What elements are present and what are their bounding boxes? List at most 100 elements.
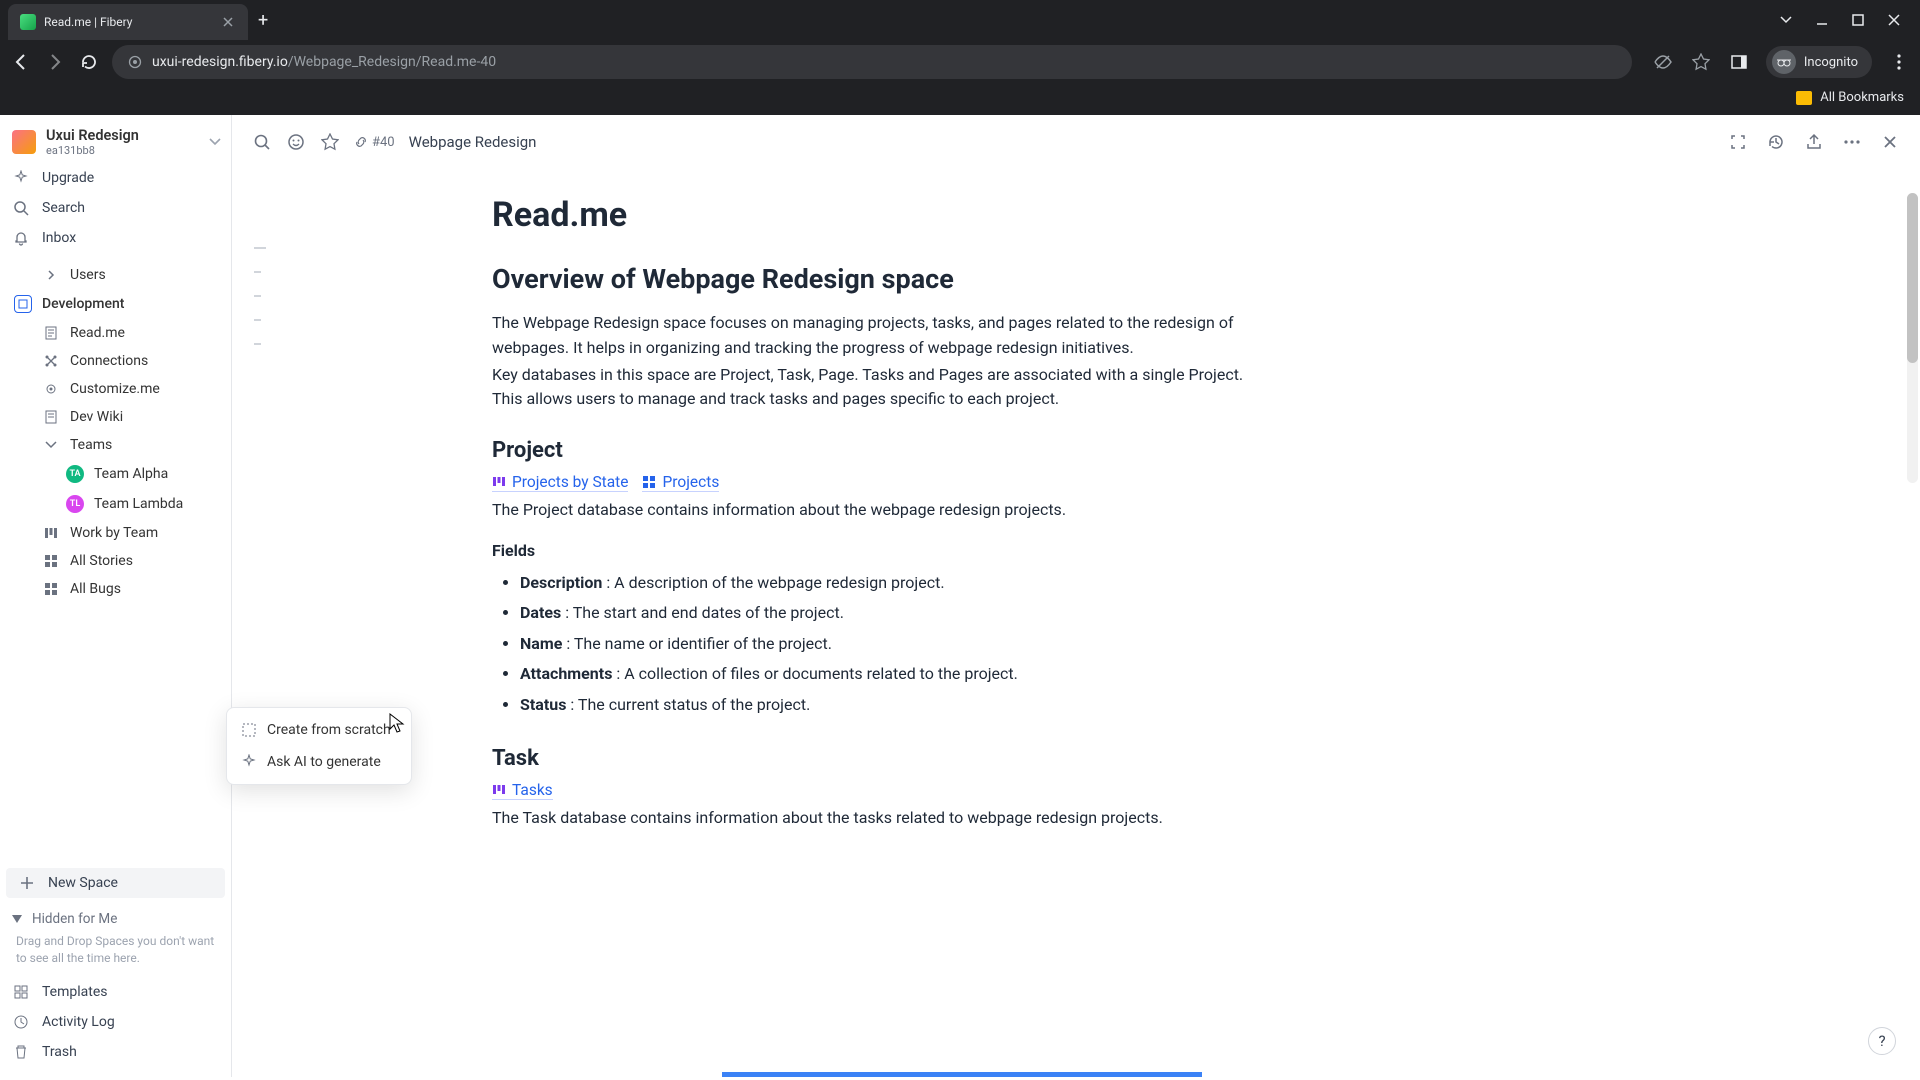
entity-id-chip[interactable]: #40 [354, 135, 395, 150]
popup-ask-ai[interactable]: Ask AI to generate [227, 746, 411, 778]
sidebar-search[interactable]: Search [0, 193, 231, 223]
expand-icon[interactable] [1728, 132, 1748, 152]
tabs-dropdown-icon[interactable] [1780, 14, 1792, 26]
sidebar-upgrade[interactable]: Upgrade [0, 163, 231, 193]
tree-item-team-lambda[interactable]: TL Team Lambda [0, 489, 231, 519]
connections-icon [42, 354, 60, 368]
scratch-icon [241, 722, 257, 738]
new-space-popup: Create from scratch Ask AI to generate [226, 707, 412, 785]
back-icon[interactable] [10, 51, 32, 73]
link-projects[interactable]: Projects [642, 473, 719, 492]
hidden-label: Hidden for Me [32, 911, 117, 927]
close-icon[interactable] [1880, 132, 1900, 152]
history-icon[interactable] [1766, 132, 1786, 152]
sidebar-templates[interactable]: Templates [0, 977, 231, 1007]
list-item[interactable]: Attachments : A collection of files or d… [520, 659, 1252, 689]
site-info-icon [128, 55, 142, 69]
main-panel: #40 Webpage Redesign Read.me Overview of… [232, 115, 1920, 1077]
sidebar-inbox[interactable]: Inbox [0, 223, 231, 253]
url-bar[interactable]: uxui-redesign.fibery.io/Webpage_Redesign… [112, 45, 1632, 79]
tree-label: Users [70, 267, 106, 283]
incognito-icon [1772, 50, 1796, 74]
breadcrumb[interactable]: Webpage Redesign [409, 133, 537, 151]
sidebar-trash[interactable]: Trash [0, 1037, 231, 1067]
bell-icon [12, 230, 30, 246]
tree-item-devwiki[interactable]: Dev Wiki [0, 403, 231, 431]
list-item[interactable]: Dates : The start and end dates of the p… [520, 598, 1252, 628]
paragraph[interactable]: The Project database contains informatio… [492, 498, 1252, 523]
tree-item-connections[interactable]: Connections [0, 347, 231, 375]
link-icon [354, 135, 368, 149]
window-maximize-icon[interactable] [1852, 14, 1864, 26]
board-icon [492, 783, 506, 797]
hidden-for-me-toggle[interactable]: Hidden for Me [12, 911, 219, 927]
side-panel-icon[interactable] [1728, 51, 1750, 73]
tree-label: Teams [70, 437, 112, 453]
tree-item-all-stories[interactable]: All Stories [0, 547, 231, 575]
share-icon[interactable] [1804, 132, 1824, 152]
workspace-switcher[interactable]: Uxui Redesign ea131bb8 [0, 115, 231, 163]
search-icon[interactable] [252, 132, 272, 152]
chevron-right-icon [42, 270, 60, 280]
new-tab-button[interactable]: + [258, 10, 268, 31]
heading-overview[interactable]: Overview of Webpage Redesign space [492, 263, 1252, 295]
kebab-menu-icon[interactable] [1888, 51, 1910, 73]
scrollbar[interactable] [1907, 193, 1918, 483]
tree-item-work-by-team[interactable]: Work by Team [0, 519, 231, 547]
fields-heading[interactable]: Fields [492, 541, 1252, 560]
new-space-button[interactable]: New Space [6, 868, 225, 898]
link-label: Tasks [512, 781, 553, 799]
scrollbar-thumb[interactable] [1907, 193, 1918, 363]
popup-create-from-scratch[interactable]: Create from scratch [227, 714, 411, 746]
tree-item-readme[interactable]: Read.me [0, 319, 231, 347]
link-projects-by-state[interactable]: Projects by State [492, 473, 628, 492]
window-close-icon[interactable] [1888, 14, 1900, 26]
page-title[interactable]: Read.me [492, 195, 1252, 235]
list-item[interactable]: Status : The current status of the proje… [520, 690, 1252, 720]
url-path: /Webpage_Redesign/Read.me-40 [288, 54, 496, 70]
link-tasks[interactable]: Tasks [492, 781, 553, 800]
bookmark-star-icon[interactable] [1690, 51, 1712, 73]
paragraph[interactable]: The Webpage Redesign space focuses on ma… [492, 311, 1252, 361]
team-avatar-icon: TA [66, 465, 84, 483]
popup-item-label: Ask AI to generate [267, 754, 381, 770]
tree-label: Development [42, 296, 124, 312]
workspace-id: ea131bb8 [46, 144, 199, 157]
tab-favicon-icon [20, 14, 36, 30]
all-bookmarks-button[interactable]: All Bookmarks [1796, 90, 1904, 105]
bookmarks-label: All Bookmarks [1820, 90, 1904, 105]
reload-icon[interactable] [78, 51, 100, 73]
tree-item-team-alpha[interactable]: TA Team Alpha [0, 459, 231, 489]
heading-task[interactable]: Task [492, 746, 1252, 771]
paragraph[interactable]: The Task database contains information a… [492, 806, 1252, 831]
space-icon [14, 295, 32, 313]
tree-item-all-bugs[interactable]: All Bugs [0, 575, 231, 603]
tree-item-customize[interactable]: Customize.me [0, 375, 231, 403]
browser-tab[interactable]: Read.me | Fibery [8, 4, 248, 40]
list-item[interactable]: Description : A description of the webpa… [520, 568, 1252, 598]
paragraph[interactable]: Key databases in this space are Project,… [492, 363, 1252, 413]
help-button[interactable]: ? [1868, 1027, 1896, 1055]
star-icon[interactable] [320, 132, 340, 152]
tree-space-development[interactable]: Development [0, 289, 231, 319]
list-item[interactable]: Name : The name or identifier of the pro… [520, 629, 1252, 659]
field-desc: : A description of the webpage redesign … [602, 573, 944, 592]
incognito-chip[interactable]: Incognito [1766, 46, 1872, 78]
tree-item-users[interactable]: Users [0, 261, 231, 289]
browser-tab-bar: Read.me | Fibery + [0, 0, 1920, 40]
emoji-icon[interactable] [286, 132, 306, 152]
forward-icon[interactable] [44, 51, 66, 73]
triangle-down-icon [12, 915, 22, 923]
sidebar-activity-log[interactable]: Activity Log [0, 1007, 231, 1037]
chevron-down-icon [42, 441, 60, 449]
close-icon[interactable] [220, 14, 236, 30]
gear-icon [42, 382, 60, 396]
window-minimize-icon[interactable] [1816, 14, 1828, 26]
outline-rail[interactable] [254, 247, 266, 367]
tab-title: Read.me | Fibery [44, 15, 212, 29]
eye-off-icon[interactable] [1652, 51, 1674, 73]
more-icon[interactable] [1842, 132, 1862, 152]
tree-item-teams[interactable]: Teams [0, 431, 231, 459]
field-name: Status [520, 695, 566, 714]
heading-project[interactable]: Project [492, 438, 1252, 463]
